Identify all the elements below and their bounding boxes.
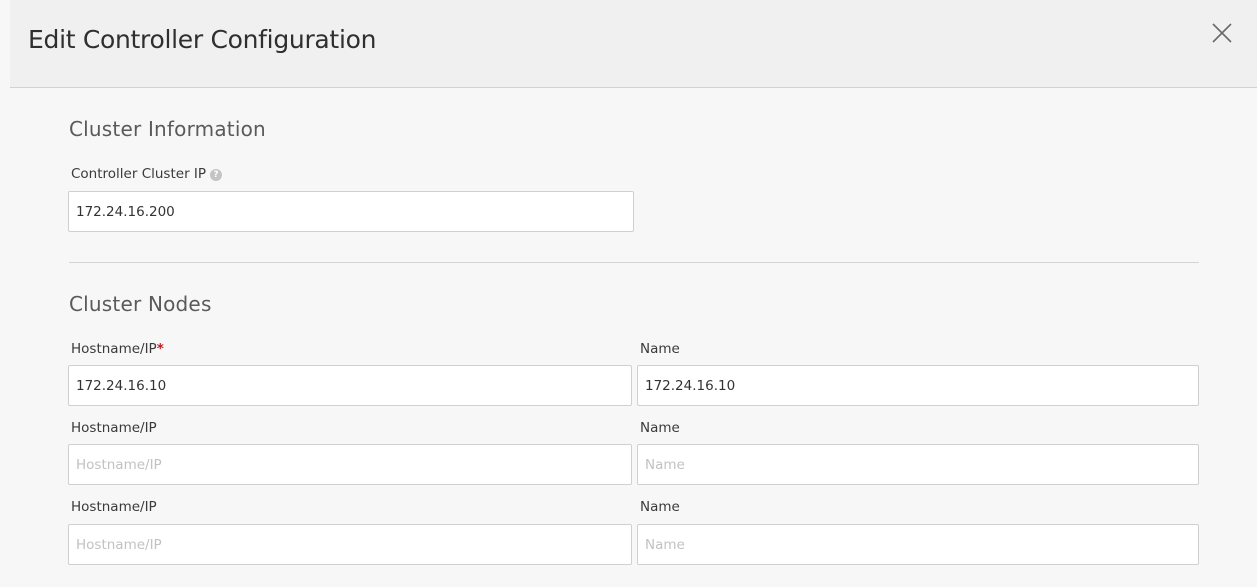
node-3-name-label: Name [640, 499, 680, 515]
cluster-information-heading: Cluster Information [69, 117, 266, 141]
node-1-hostname-input[interactable] [68, 365, 632, 406]
node-3-hostname-label: Hostname/IP [71, 499, 157, 515]
node-2-hostname-input[interactable] [68, 444, 632, 485]
node-1-name-input[interactable] [637, 365, 1199, 406]
node-2-name-input[interactable] [637, 444, 1199, 485]
node-1-hostname-label: Hostname/IP* [71, 341, 164, 357]
controller-cluster-ip-label: Controller Cluster IP? [71, 166, 223, 182]
node-3-name-input[interactable] [637, 524, 1199, 565]
section-divider [69, 262, 1199, 263]
modal-header: Edit Controller Configuration [10, 0, 1257, 88]
required-marker: * [156, 341, 164, 357]
node-3-hostname-input[interactable] [68, 524, 632, 565]
question-circle-icon[interactable]: ? [210, 169, 223, 181]
controller-cluster-ip-label-text: Controller Cluster IP [71, 166, 207, 182]
close-icon[interactable] [1211, 22, 1233, 44]
modal-title: Edit Controller Configuration [28, 25, 377, 54]
edit-controller-modal: Edit Controller Configuration Cluster In… [0, 0, 1257, 587]
cluster-nodes-heading: Cluster Nodes [69, 292, 212, 316]
node-2-name-label: Name [640, 420, 680, 436]
node-2-hostname-label: Hostname/IP [71, 420, 157, 436]
node-1-name-label: Name [640, 341, 680, 357]
node-1-hostname-label-text: Hostname/IP [71, 341, 157, 357]
controller-cluster-ip-input[interactable] [68, 191, 634, 232]
